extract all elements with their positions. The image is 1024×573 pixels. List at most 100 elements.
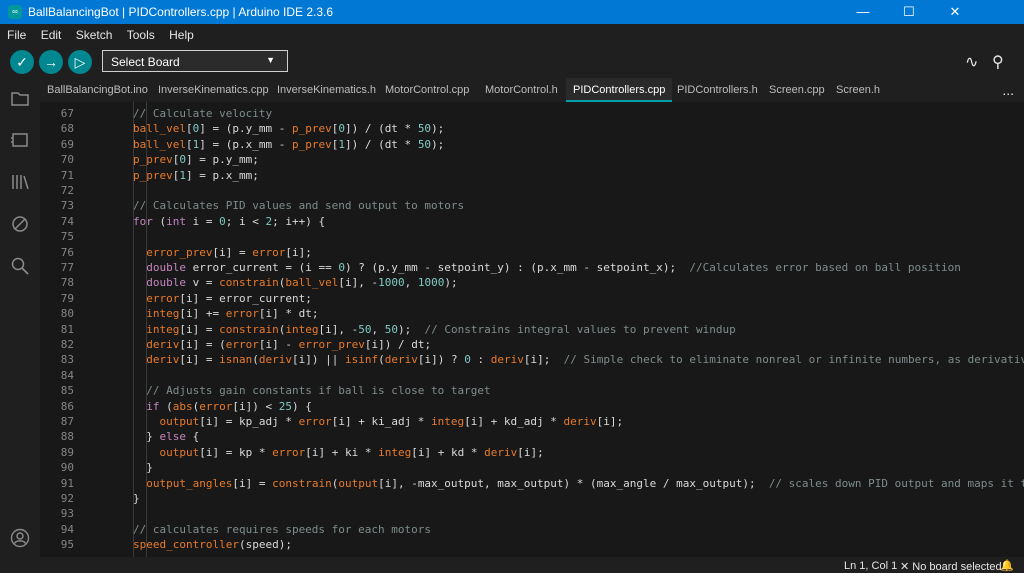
more-tabs-icon[interactable]: ... <box>1002 82 1014 98</box>
menu-sketch[interactable]: Sketch <box>72 24 117 42</box>
line-number: 75 <box>60 230 74 244</box>
serial-plotter-icon[interactable]: ∿ <box>965 52 978 72</box>
board-manager-icon[interactable] <box>10 130 30 150</box>
code-line[interactable]: 74 for (int i = 0; i < 2; i++) { <box>40 215 1024 230</box>
code-line[interactable]: 77 double error_current = (i == 0) ? (p.… <box>40 261 1024 276</box>
tab-screen-h[interactable]: Screen.h <box>829 78 887 102</box>
debug-icon: ▷ <box>74 54 86 70</box>
line-text: // Adjusts gain constants if ball is clo… <box>146 384 491 398</box>
close-icon: ✕ <box>900 561 913 573</box>
line-text: error_prev[i] = error[i]; <box>146 245 312 259</box>
arduino-icon: ∞ <box>8 5 22 19</box>
code-line[interactable]: 80 integ[i] += error[i] * dt; <box>40 307 1024 322</box>
line-text: // Calculate velocity <box>133 107 273 120</box>
tab-motorcontrol-h[interactable]: MotorControl.h <box>478 78 565 102</box>
code-line[interactable]: 90 } <box>40 461 1024 476</box>
tab-ballbalancingbot-ino[interactable]: BallBalancingBot.ino <box>40 78 155 102</box>
minimize-icon[interactable]: — <box>840 0 886 24</box>
code-line[interactable]: 95 speed_controller(speed); <box>40 538 1024 553</box>
tab-pidcontrollers-h[interactable]: PIDControllers.h <box>670 78 765 102</box>
tab-inversekinematics-cpp[interactable]: InverseKinematics.cpp <box>151 78 276 102</box>
line-number: 70 <box>60 153 74 167</box>
line-text: p_prev[0] = p.y_mm; <box>133 153 259 167</box>
line-number: 76 <box>60 245 74 259</box>
code-editor[interactable]: 67 // Calculate velocity 68 ball_vel[0] = (… <box>40 102 1024 557</box>
debug-button[interactable]: ▷ <box>68 50 92 74</box>
tab-bar: BallBalancingBot.ino InverseKinematics.c… <box>40 78 1024 102</box>
line-number: 82 <box>60 338 74 351</box>
check-icon: ✓ <box>16 54 28 70</box>
code-line[interactable]: 91 output_angles[i] = constrain(output[i… <box>40 477 1024 492</box>
code-line[interactable]: 83 deriv[i] = isnan(deriv[i]) || isinf(d… <box>40 353 1024 368</box>
code-line[interactable]: 76 error_prev[i] = error[i]; <box>40 246 1024 261</box>
close-icon[interactable]: ✕ <box>932 0 978 24</box>
tab-inversekinematics-h[interactable]: InverseKinematics.h <box>270 78 383 102</box>
code-line[interactable]: 81 integ[i] = constrain(integ[i], -50, 5… <box>40 323 1024 338</box>
line-text: } <box>133 492 140 505</box>
title-bar: ∞ BallBalancingBot | PIDControllers.cpp … <box>0 0 1024 24</box>
verify-button[interactable]: ✓ <box>10 50 34 74</box>
code-line[interactable]: 94 // calculates requires speeds for each… <box>40 523 1024 538</box>
tab-screen-cpp[interactable]: Screen.cpp <box>762 78 832 102</box>
serial-monitor-icon[interactable]: ⚲ <box>992 52 1004 72</box>
line-text: } else { <box>133 430 200 444</box>
code-line[interactable]: 93 <box>40 507 1024 522</box>
line-text: deriv[i] = isnan(deriv[i]) || isinf(deri… <box>146 353 1024 367</box>
code-line[interactable]: 68 ball_vel[0] = (p.y_mm - p_prev[0]) / (… <box>40 122 1024 137</box>
search-icon[interactable] <box>10 256 30 276</box>
code-line[interactable]: 84 <box>40 369 1024 384</box>
library-icon[interactable] <box>10 172 30 192</box>
account-icon[interactable] <box>10 528 30 548</box>
line-text: if (abs(error[i]) < 25) { <box>146 399 312 413</box>
code-line[interactable]: 79 error[i] = error_current; <box>40 292 1024 307</box>
line-text: double v = constrain(ball_vel[i], -1000,… <box>146 276 458 290</box>
tab-pidcontrollers-cpp[interactable]: PIDControllers.cpp <box>566 78 673 102</box>
cursor-position[interactable]: Ln 1, Col 1 <box>844 560 897 572</box>
line-number: 92 <box>60 492 74 505</box>
bell-icon[interactable]: 🔔 <box>1000 559 1014 572</box>
line-number: 71 <box>60 168 74 182</box>
code-line[interactable]: 75 <box>40 230 1024 245</box>
debug-icon[interactable] <box>10 214 30 234</box>
board-status[interactable]: ✕ No board selected <box>900 560 1002 573</box>
code-line[interactable]: 85 // Adjusts gain constants if ball is … <box>40 384 1024 399</box>
line-text: } <box>133 461 153 475</box>
line-number: 73 <box>60 199 74 213</box>
line-text: output[i] = kp * error[i] + ki * integ[i… <box>159 445 544 459</box>
line-text: error[i] = error_current; <box>146 291 312 305</box>
code-line[interactable]: 67 // Calculate velocity <box>40 107 1024 122</box>
activity-bar <box>0 78 40 573</box>
line-number: 72 <box>60 184 74 197</box>
status-bar: Ln 1, Col 1 ✕ No board selected 🔔 <box>0 557 1024 573</box>
line-number: 69 <box>60 137 74 151</box>
line-text: integ[i] = constrain(integ[i], -50, 50);… <box>146 322 736 336</box>
board-select[interactable]: Select Board ▼ <box>102 50 288 72</box>
code-line[interactable]: 87 output[i] = kp_adj * error[i] + ki_ad… <box>40 415 1024 430</box>
code-line[interactable]: 89 output[i] = kp * error[i] + ki * inte… <box>40 446 1024 461</box>
code-line[interactable]: 72 <box>40 184 1024 199</box>
code-line[interactable]: 70 p_prev[0] = p.y_mm; <box>40 153 1024 168</box>
line-number: 90 <box>60 461 74 475</box>
tab-motorcontrol-cpp[interactable]: MotorControl.cpp <box>378 78 476 102</box>
upload-button[interactable]: → <box>39 50 63 74</box>
code-line[interactable]: 73 // Calculates PID values and send outp… <box>40 199 1024 214</box>
folder-icon[interactable] <box>10 88 30 108</box>
code-line[interactable]: 69 ball_vel[1] = (p.x_mm - p_prev[1]) / (… <box>40 138 1024 153</box>
menu-edit[interactable]: Edit <box>37 24 66 42</box>
code-line[interactable]: 71 p_prev[1] = p.x_mm; <box>40 169 1024 184</box>
line-number: 86 <box>60 399 74 413</box>
code-line[interactable]: 86 if (abs(error[i]) < 25) { <box>40 400 1024 415</box>
line-number: 80 <box>60 307 74 321</box>
menu-tools[interactable]: Tools <box>123 24 159 42</box>
code-line[interactable]: 88 } else { <box>40 430 1024 445</box>
line-text: // Calculates PID values and send output… <box>133 199 465 213</box>
maximize-icon[interactable]: ☐ <box>886 0 932 24</box>
code-line[interactable]: 78 double v = constrain(ball_vel[i], -10… <box>40 276 1024 291</box>
line-text: output_angles[i] = constrain(output[i], … <box>146 476 1024 490</box>
code-line[interactable]: 82 deriv[i] = (error[i] - error_prev[i])… <box>40 338 1024 353</box>
menu-help[interactable]: Help <box>165 24 198 42</box>
menu-file[interactable]: File <box>3 24 30 42</box>
code-line[interactable]: 92} <box>40 492 1024 507</box>
board-select-label: Select Board <box>111 55 180 69</box>
line-text: p_prev[1] = p.x_mm; <box>133 168 259 182</box>
